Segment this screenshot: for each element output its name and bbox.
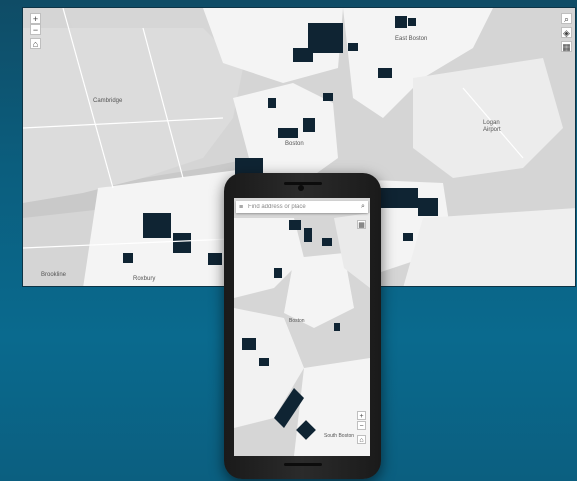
basemap-icon[interactable]: ▦ bbox=[561, 41, 572, 52]
menu-icon[interactable]: ≡ bbox=[236, 204, 246, 211]
phone-speaker bbox=[284, 182, 322, 185]
phone-bottom-bar bbox=[284, 463, 322, 466]
phone-device: ≡ ⌕ Boston South Boston ▦ + − ⌂ bbox=[224, 173, 381, 479]
phone-map-canvas bbox=[234, 198, 370, 456]
phone-label-south-boston: South Boston bbox=[324, 433, 355, 439]
search-bar: ≡ ⌕ bbox=[236, 201, 368, 213]
label-cambridge: Cambridge bbox=[93, 98, 123, 104]
home-icon[interactable]: ⌂ bbox=[357, 435, 366, 444]
layers-icon[interactable]: ◈ bbox=[561, 27, 572, 38]
label-airport-2: Airport bbox=[483, 127, 501, 133]
zoom-out-button[interactable]: − bbox=[30, 24, 41, 35]
label-south: Brookline bbox=[41, 272, 67, 278]
search-icon[interactable]: ⌕ bbox=[561, 13, 572, 24]
label-airport-1: Logan bbox=[483, 120, 500, 126]
zoom-in-button[interactable]: + bbox=[30, 13, 41, 24]
label-east-boston: East Boston bbox=[395, 36, 428, 42]
zoom-in-button[interactable]: + bbox=[357, 411, 366, 420]
label-roxbury: Roxbury bbox=[133, 276, 156, 282]
home-icon[interactable]: ⌂ bbox=[30, 38, 41, 49]
phone-map[interactable]: ≡ ⌕ Boston South Boston ▦ + − ⌂ bbox=[234, 198, 370, 456]
search-icon[interactable]: ⌕ bbox=[358, 203, 368, 211]
phone-label-boston: Boston bbox=[289, 318, 305, 324]
label-boston: Boston bbox=[285, 141, 304, 147]
search-input[interactable] bbox=[246, 202, 358, 212]
basemap-icon[interactable]: ▦ bbox=[357, 220, 366, 229]
zoom-out-button[interactable]: − bbox=[357, 421, 366, 430]
phone-camera bbox=[298, 185, 304, 191]
